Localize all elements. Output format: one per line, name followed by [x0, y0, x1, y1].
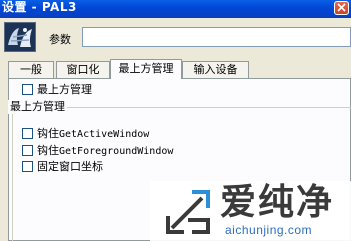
tab-windowed[interactable]: 窗口化	[56, 61, 110, 78]
watermark-title: 爱纯净	[220, 182, 335, 223]
hook-foreground-window-label: 钩住GetForegroundWindow	[37, 144, 173, 159]
title-bar[interactable]: 设置 - PAL3	[0, 0, 351, 18]
watermark-url: aichunjing.com	[225, 223, 313, 237]
topmost-checkbox[interactable]	[22, 84, 33, 95]
tab-general[interactable]: 一般	[8, 61, 54, 78]
hook-prefix: 钩住	[37, 127, 59, 140]
settings-window: 设置 - PAL3 参数 一般 窗口化 最上方管理 输入设备 最上方管理 最上方…	[0, 0, 351, 241]
fix-window-position-checkbox[interactable]	[22, 161, 33, 172]
tab-strip: 一般 窗口化 最上方管理 输入设备	[8, 59, 351, 79]
topmost-checkbox-label: 最上方管理	[37, 83, 92, 96]
hook-active-window-checkbox[interactable]	[22, 128, 33, 139]
window-title: 设置 - PAL3	[2, 0, 77, 14]
hook-api-name: GetActiveWindow	[59, 129, 150, 140]
tab-topmost[interactable]: 最上方管理	[110, 59, 182, 79]
hook-active-window-label: 钩住GetActiveWindow	[37, 127, 149, 142]
topmost-group-legend: 最上方管理	[8, 100, 67, 114]
watermark-logo-icon	[166, 190, 210, 234]
watermark: 爱纯净 aichunjing.com	[150, 181, 351, 241]
close-button[interactable]	[334, 1, 349, 15]
params-input[interactable]	[82, 27, 351, 47]
fix-window-position-label: 固定窗口坐标	[37, 160, 103, 173]
close-icon	[337, 3, 346, 12]
hook-api-name: GetForegroundWindow	[59, 146, 174, 157]
params-label: 参数	[49, 33, 71, 46]
hook-prefix: 钩住	[37, 144, 59, 157]
hook-foreground-window-checkbox[interactable]	[22, 145, 33, 156]
tab-input-devices[interactable]: 输入设备	[182, 61, 249, 78]
app-icon	[4, 22, 36, 52]
